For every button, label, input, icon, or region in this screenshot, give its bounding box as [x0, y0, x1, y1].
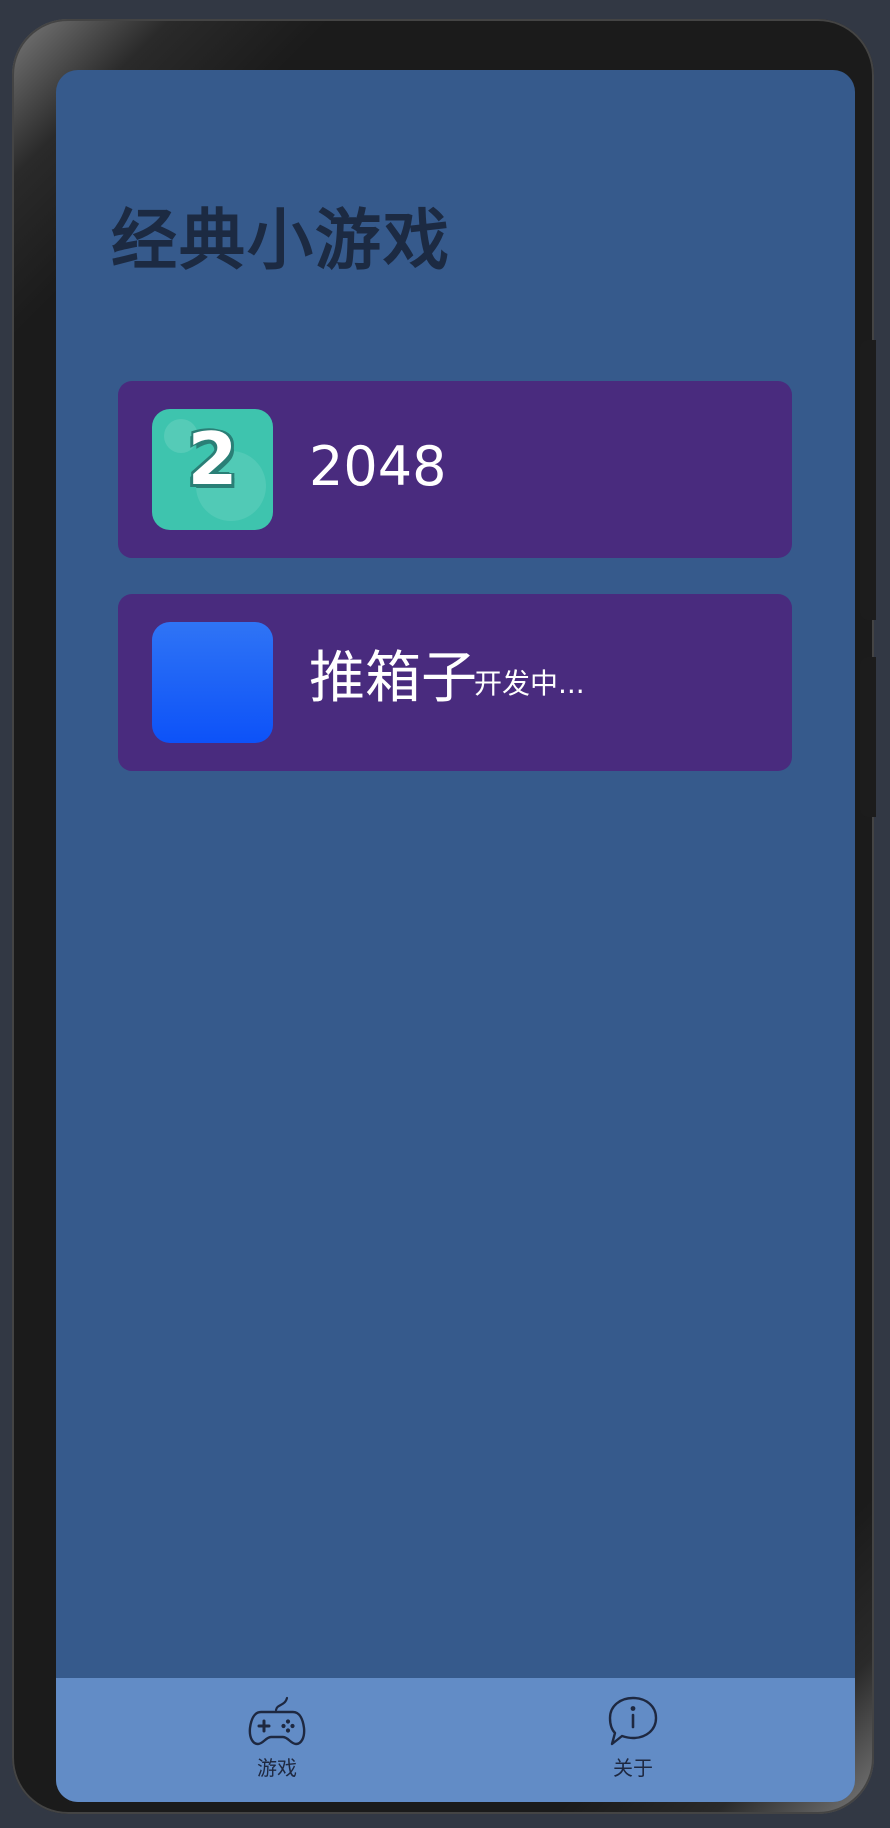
game-2048-icon: 2 [152, 409, 273, 530]
phone-frame: 经典小游戏 2 2048 推箱子 开发中... 游戏 关于 [12, 19, 876, 1814]
game-name: 2048 [309, 435, 447, 498]
sokoban-icon [152, 622, 273, 743]
tab-games[interactable]: 游戏 [177, 1678, 377, 1802]
game-card-2048[interactable]: 2 2048 [118, 381, 792, 558]
power-button [860, 340, 876, 620]
tab-label: 游戏 [257, 1756, 297, 1780]
status-text: 开发中... [474, 667, 585, 700]
game-name: 推箱子 [309, 646, 477, 711]
volume-button [860, 657, 876, 817]
tab-about[interactable]: 关于 [533, 1678, 733, 1802]
game-card-sokoban[interactable]: 推箱子 开发中... [118, 594, 792, 771]
page-title: 经典小游戏 [111, 202, 451, 279]
icon-digit: 2 [187, 417, 238, 501]
bottom-tab-bar: 游戏 关于 [56, 1678, 855, 1802]
tab-label: 关于 [613, 1756, 653, 1780]
app-screen: 经典小游戏 2 2048 推箱子 开发中... 游戏 关于 [56, 70, 855, 1802]
gamepad-icon [248, 1696, 306, 1746]
info-bubble-icon [608, 1696, 658, 1746]
